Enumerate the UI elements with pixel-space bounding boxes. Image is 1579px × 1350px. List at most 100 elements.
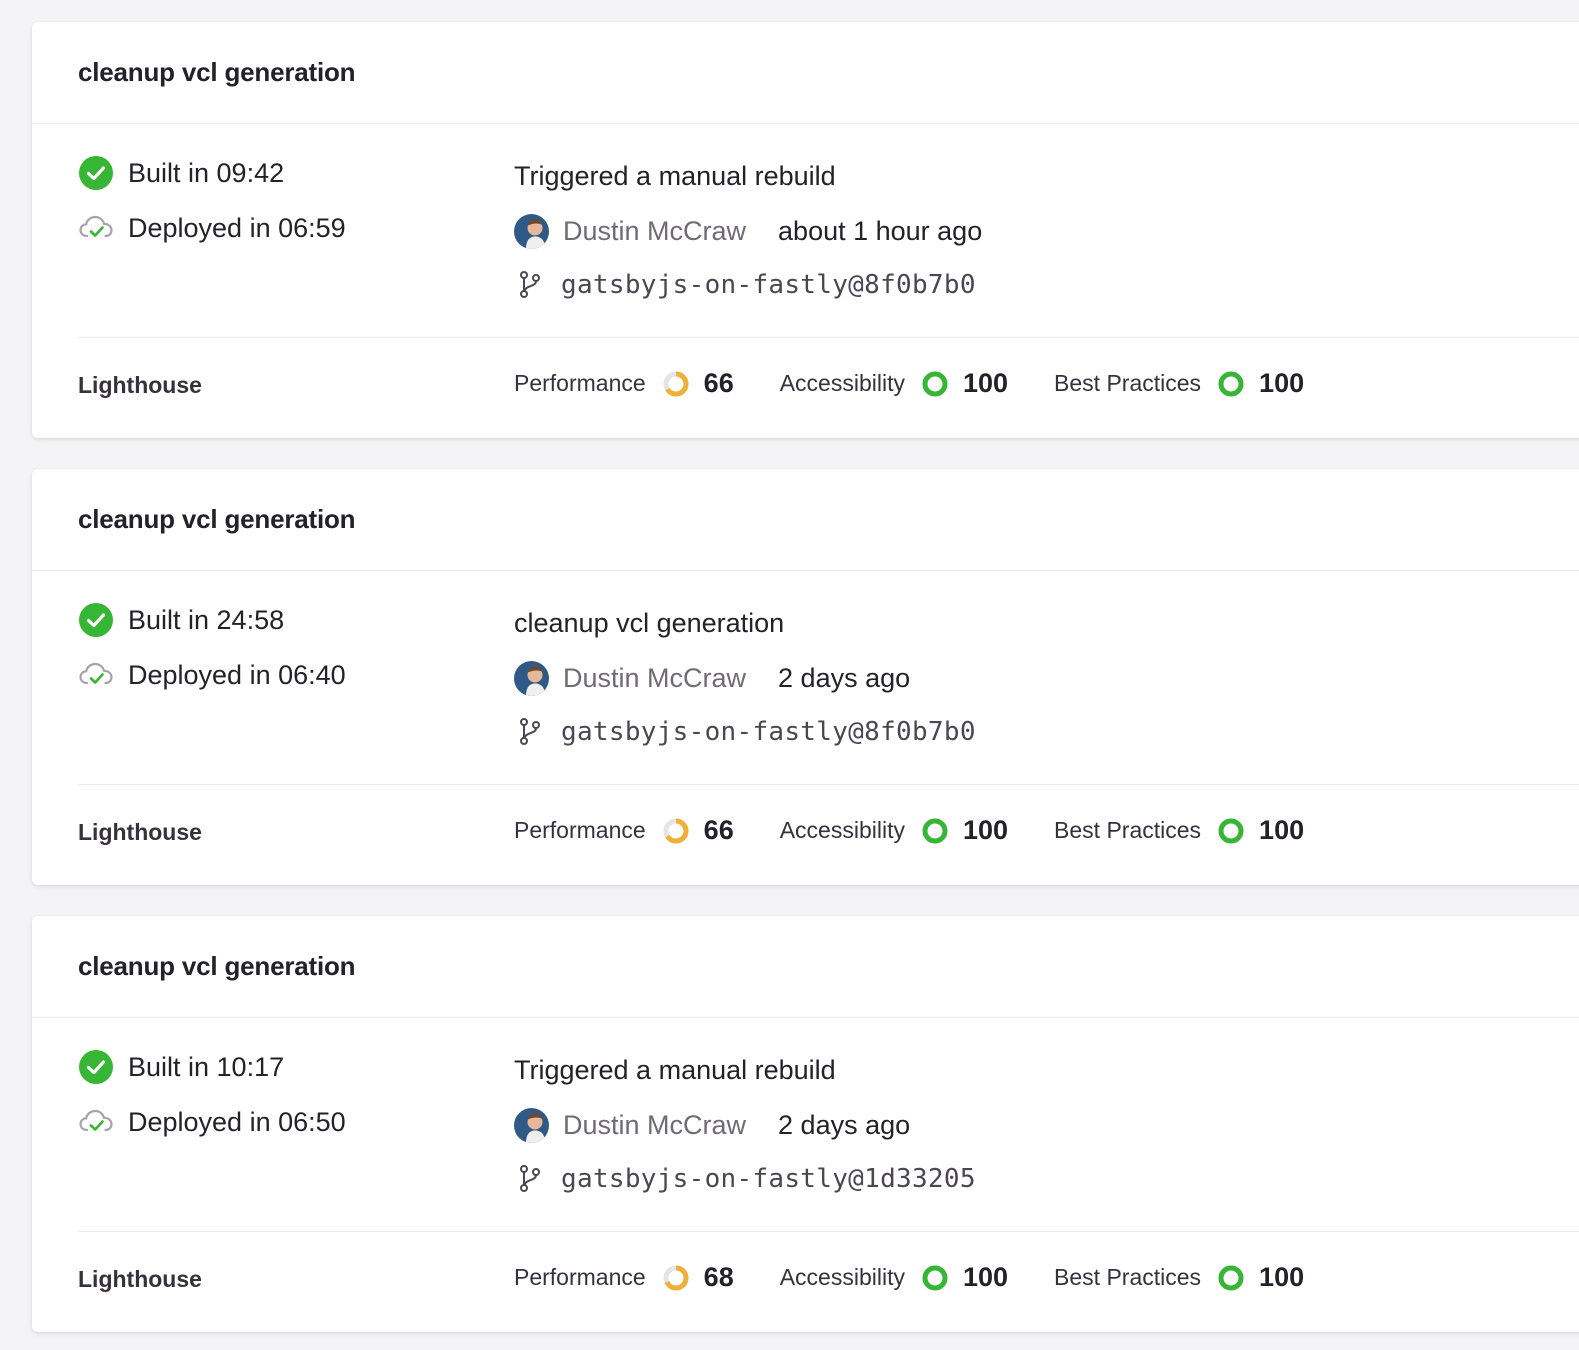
lighthouse-label[interactable]: Lighthouse (78, 372, 202, 399)
score-gauge-icon (662, 1264, 690, 1292)
build-card[interactable]: cleanup vcl generation Built in 09:42 De… (32, 22, 1579, 438)
build-card[interactable]: cleanup vcl generation Built in 24:58 De… (32, 469, 1579, 885)
commit-author-row: Dustin McCraw 2 days ago (514, 1108, 910, 1143)
branch-commit-link[interactable]: gatsbyjs-on-fastly@1d33205 (561, 1164, 976, 1194)
avatar[interactable] (514, 661, 549, 696)
lighthouse-score[interactable]: Accessibility 100 (780, 815, 1008, 846)
lighthouse-score[interactable]: Accessibility 100 (780, 1262, 1008, 1293)
score-gauge-icon (662, 817, 690, 845)
build-time: Built in 24:58 (128, 604, 285, 635)
commit-message[interactable]: Triggered a manual rebuild (514, 1055, 836, 1086)
git-branch-icon (514, 716, 546, 748)
cloud-check-icon (78, 1104, 114, 1140)
branch-commit-link[interactable]: gatsbyjs-on-fastly@8f0b7b0 (561, 717, 976, 747)
build-card[interactable]: cleanup vcl generation Built in 10:17 De… (32, 916, 1579, 1332)
commit-time: about 1 hour ago (778, 216, 983, 246)
deploy-status: Deployed in 06:50 (78, 1104, 346, 1140)
build-card-header: cleanup vcl generation (32, 22, 1579, 124)
build-status: Built in 09:42 (78, 155, 284, 191)
build-title[interactable]: cleanup vcl generation (78, 57, 356, 88)
score-label: Accessibility (779, 817, 905, 843)
check-circle-icon (78, 1049, 114, 1085)
score-label: Best Practices (1054, 817, 1202, 843)
build-time: Built in 10:17 (128, 1051, 285, 1082)
score-value: 100 (962, 1262, 1009, 1292)
deploy-status: Deployed in 06:59 (78, 210, 346, 246)
deploy-time: Deployed in 06:59 (128, 212, 346, 243)
build-title[interactable]: cleanup vcl generation (78, 504, 356, 535)
lighthouse-score[interactable]: Performance 68 (514, 1262, 734, 1293)
lighthouse-score[interactable]: Performance 66 (514, 815, 734, 846)
score-value: 66 (703, 368, 734, 398)
score-value: 100 (962, 815, 1009, 845)
lighthouse-scores: Performance 68 Accessibility 100 Best Pr… (514, 1262, 1350, 1293)
lighthouse-section: Lighthouse Performance 66 Accessibility … (32, 785, 1579, 886)
deploy-time: Deployed in 06:50 (128, 1106, 346, 1137)
lighthouse-section: Lighthouse Performance 68 Accessibility … (32, 1232, 1579, 1333)
author-name[interactable]: Dustin McCraw (563, 663, 746, 694)
score-label: Accessibility (779, 370, 905, 396)
lighthouse-score[interactable]: Performance 66 (514, 368, 734, 399)
build-status: Built in 10:17 (78, 1049, 284, 1085)
lighthouse-section: Lighthouse Performance 66 Accessibility … (32, 338, 1579, 439)
lighthouse-score[interactable]: Best Practices 100 (1054, 1262, 1304, 1293)
deploy-status: Deployed in 06:40 (78, 657, 346, 693)
commit-time: 2 days ago (778, 1110, 911, 1140)
lighthouse-score[interactable]: Best Practices 100 (1054, 815, 1304, 846)
score-value: 66 (703, 815, 734, 845)
score-value: 100 (1259, 368, 1305, 398)
git-branch-icon (514, 1163, 546, 1195)
score-gauge-icon (662, 370, 690, 398)
branch-row: gatsbyjs-on-fastly@8f0b7b0 (514, 269, 976, 301)
build-time: Built in 09:42 (128, 157, 285, 188)
lighthouse-score[interactable]: Accessibility 100 (780, 368, 1008, 399)
score-gauge-icon (921, 1264, 949, 1292)
score-label: Accessibility (779, 1264, 905, 1290)
score-value: 100 (1259, 1262, 1305, 1292)
build-title[interactable]: cleanup vcl generation (78, 951, 356, 982)
score-gauge-icon (921, 817, 949, 845)
commit-author-row: Dustin McCraw about 1 hour ago (514, 214, 982, 249)
score-gauge-icon (1217, 1264, 1245, 1292)
git-branch-icon (514, 269, 546, 301)
score-value: 100 (1259, 815, 1305, 845)
build-status: Built in 24:58 (78, 602, 284, 638)
deploy-time: Deployed in 06:40 (128, 659, 346, 690)
author-name[interactable]: Dustin McCraw (563, 216, 746, 247)
cloud-check-icon (78, 657, 114, 693)
score-gauge-icon (1217, 370, 1245, 398)
score-label: Best Practices (1054, 1264, 1202, 1290)
commit-author-row: Dustin McCraw 2 days ago (514, 661, 910, 696)
lighthouse-scores: Performance 66 Accessibility 100 Best Pr… (514, 368, 1350, 399)
avatar[interactable] (514, 214, 549, 249)
lighthouse-scores: Performance 66 Accessibility 100 Best Pr… (514, 815, 1350, 846)
build-details: Built in 24:58 Deployed in 06:40 cleanup… (78, 571, 1579, 785)
build-details: Built in 09:42 Deployed in 06:59 Trigger… (78, 124, 1579, 338)
lighthouse-label[interactable]: Lighthouse (78, 1266, 202, 1293)
author-name[interactable]: Dustin McCraw (563, 1110, 746, 1141)
branch-row: gatsbyjs-on-fastly@8f0b7b0 (514, 716, 976, 748)
lighthouse-score[interactable]: Best Practices 100 (1054, 368, 1304, 399)
check-circle-icon (78, 602, 114, 638)
commit-message[interactable]: cleanup vcl generation (514, 608, 784, 639)
build-card-header: cleanup vcl generation (32, 469, 1579, 571)
score-value: 68 (703, 1262, 734, 1292)
build-card-header: cleanup vcl generation (32, 916, 1579, 1018)
avatar[interactable] (514, 1108, 549, 1143)
check-circle-icon (78, 155, 114, 191)
commit-time: 2 days ago (778, 663, 911, 693)
score-gauge-icon (921, 370, 949, 398)
cloud-check-icon (78, 210, 114, 246)
lighthouse-label[interactable]: Lighthouse (78, 819, 202, 846)
branch-commit-link[interactable]: gatsbyjs-on-fastly@8f0b7b0 (561, 270, 976, 300)
builds-list: cleanup vcl generation Built in 09:42 De… (32, 22, 1579, 1332)
score-label: Best Practices (1054, 370, 1202, 396)
score-label: Performance (514, 1264, 646, 1290)
build-details: Built in 10:17 Deployed in 06:50 Trigger… (78, 1018, 1579, 1232)
score-gauge-icon (1217, 817, 1245, 845)
score-label: Performance (514, 817, 646, 843)
score-label: Performance (514, 370, 646, 396)
score-value: 100 (962, 368, 1009, 398)
commit-message[interactable]: Triggered a manual rebuild (514, 161, 836, 192)
branch-row: gatsbyjs-on-fastly@1d33205 (514, 1163, 976, 1195)
